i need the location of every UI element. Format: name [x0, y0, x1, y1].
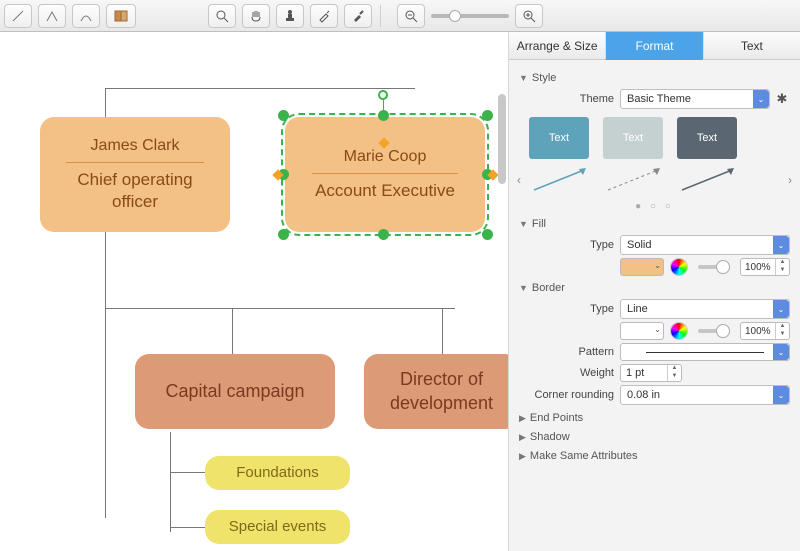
tab-arrange-size[interactable]: Arrange & Size	[509, 32, 605, 60]
fill-type-select[interactable]: Solid⌄	[620, 235, 790, 255]
section-header-border[interactable]: ▼Border	[519, 282, 790, 294]
style-thumbnails: Text Text Text	[519, 117, 790, 159]
arrow-style-2[interactable]	[603, 165, 663, 195]
node-name: James Clark	[91, 136, 180, 157]
connector-line	[105, 88, 415, 89]
border-type-label: Type	[519, 303, 614, 315]
zoom-slider[interactable]	[431, 14, 509, 18]
section-header-style[interactable]: ▼Style	[519, 72, 790, 84]
inspector-panel: Arrange & Size Format Text ▼Style Theme …	[508, 32, 800, 551]
vertical-scrollbar[interactable]	[498, 74, 508, 274]
theme-select[interactable]: Basic Theme⌄	[620, 89, 770, 109]
connector-line	[170, 472, 205, 473]
rotation-handle[interactable]	[378, 90, 388, 100]
zoom-tool-button[interactable]	[208, 4, 236, 28]
line-tool-button[interactable]	[4, 4, 32, 28]
zoom-controls	[397, 4, 543, 28]
border-color-swatch[interactable]: ⌄	[620, 322, 664, 340]
connector-line	[232, 308, 233, 354]
pattern-label: Pattern	[519, 346, 614, 358]
pan-tool-button[interactable]	[242, 4, 270, 28]
node-label: Foundations	[236, 463, 319, 483]
paint-tool-button[interactable]	[344, 4, 372, 28]
org-node-director-dev[interactable]: Director of development	[364, 354, 508, 429]
node-name: Marie Coop	[344, 147, 427, 168]
connector-line	[170, 527, 205, 528]
eyedropper-tool-button[interactable]	[310, 4, 338, 28]
pen-tool-button[interactable]	[38, 4, 66, 28]
weight-label: Weight	[519, 367, 614, 379]
org-node-special-events[interactable]: Special events	[205, 510, 350, 544]
style-next-icon[interactable]: ›	[788, 173, 792, 187]
resize-handle[interactable]	[482, 229, 493, 240]
node-role: Account Executive	[315, 180, 455, 202]
theme-gear-icon[interactable]: ✱	[774, 91, 790, 107]
fill-opacity-value[interactable]: 100%▲▼	[740, 258, 790, 276]
connector-line	[170, 432, 171, 532]
resize-handle[interactable]	[378, 110, 389, 121]
border-type-select[interactable]: Line⌄	[620, 299, 790, 319]
resize-handle[interactable]	[482, 110, 493, 121]
style-prev-icon[interactable]: ‹	[517, 173, 521, 187]
connector-line	[442, 308, 443, 354]
pattern-select[interactable]: ⌄	[620, 343, 790, 361]
border-opacity-slider[interactable]	[698, 329, 730, 333]
top-toolbar	[0, 0, 800, 32]
section-header-shadow[interactable]: ▶Shadow	[519, 431, 790, 443]
section-header-fill[interactable]: ▼Fill	[519, 218, 790, 230]
arrow-style-3[interactable]	[677, 165, 737, 195]
corner-rounding-select[interactable]: 0.08 in⌄	[620, 385, 790, 405]
resize-handle[interactable]	[278, 110, 289, 121]
border-opacity-value[interactable]: 100%▲▼	[740, 322, 790, 340]
node-label: Capital campaign	[165, 380, 304, 403]
zoom-out-button[interactable]	[397, 4, 425, 28]
zoom-in-button[interactable]	[515, 4, 543, 28]
color-wheel-icon[interactable]	[670, 322, 688, 340]
section-header-same-attrs[interactable]: ▶Make Same Attributes	[519, 450, 790, 462]
org-node-capital-campaign[interactable]: Capital campaign	[135, 354, 335, 429]
tab-format[interactable]: Format	[605, 32, 702, 60]
weight-input[interactable]: 1 pt▲▼	[620, 364, 682, 382]
org-node-james-clark[interactable]: James Clark Chief operating officer	[40, 117, 230, 232]
fill-opacity-slider[interactable]	[698, 265, 730, 269]
section-header-endpoints[interactable]: ▶End Points	[519, 412, 790, 424]
canvas-area[interactable]: James Clark Chief operating officer Mari…	[0, 32, 508, 551]
org-node-marie-coop[interactable]: Marie Coop Account Executive	[285, 117, 485, 232]
theme-label: Theme	[519, 93, 614, 105]
corner-label: Corner rounding	[519, 389, 614, 401]
style-thumb-3[interactable]: Text	[677, 117, 737, 159]
fill-color-swatch[interactable]: ⌄	[620, 258, 664, 276]
tab-text[interactable]: Text	[703, 32, 800, 60]
node-label: Director of development	[378, 368, 505, 415]
connector-tool-button[interactable]	[72, 4, 100, 28]
inspector-tabs: Arrange & Size Format Text	[509, 32, 800, 60]
resize-handle[interactable]	[378, 229, 389, 240]
color-wheel-icon[interactable]	[670, 258, 688, 276]
style-thumb-1[interactable]: Text	[529, 117, 589, 159]
resize-handle[interactable]	[278, 229, 289, 240]
node-label: Special events	[229, 517, 327, 537]
book-tool-button[interactable]	[106, 4, 136, 28]
toolbar-separator	[380, 5, 381, 27]
stamp-tool-button[interactable]	[276, 4, 304, 28]
arrow-style-1[interactable]	[529, 165, 589, 195]
connector-line	[105, 308, 455, 309]
page-dots[interactable]: ● ○ ○	[519, 201, 790, 212]
org-node-foundations[interactable]: Foundations	[205, 456, 350, 490]
node-role: Chief operating officer	[54, 169, 216, 213]
style-thumb-2[interactable]: Text	[603, 117, 663, 159]
fill-type-label: Type	[519, 239, 614, 251]
main-area: James Clark Chief operating officer Mari…	[0, 32, 800, 551]
